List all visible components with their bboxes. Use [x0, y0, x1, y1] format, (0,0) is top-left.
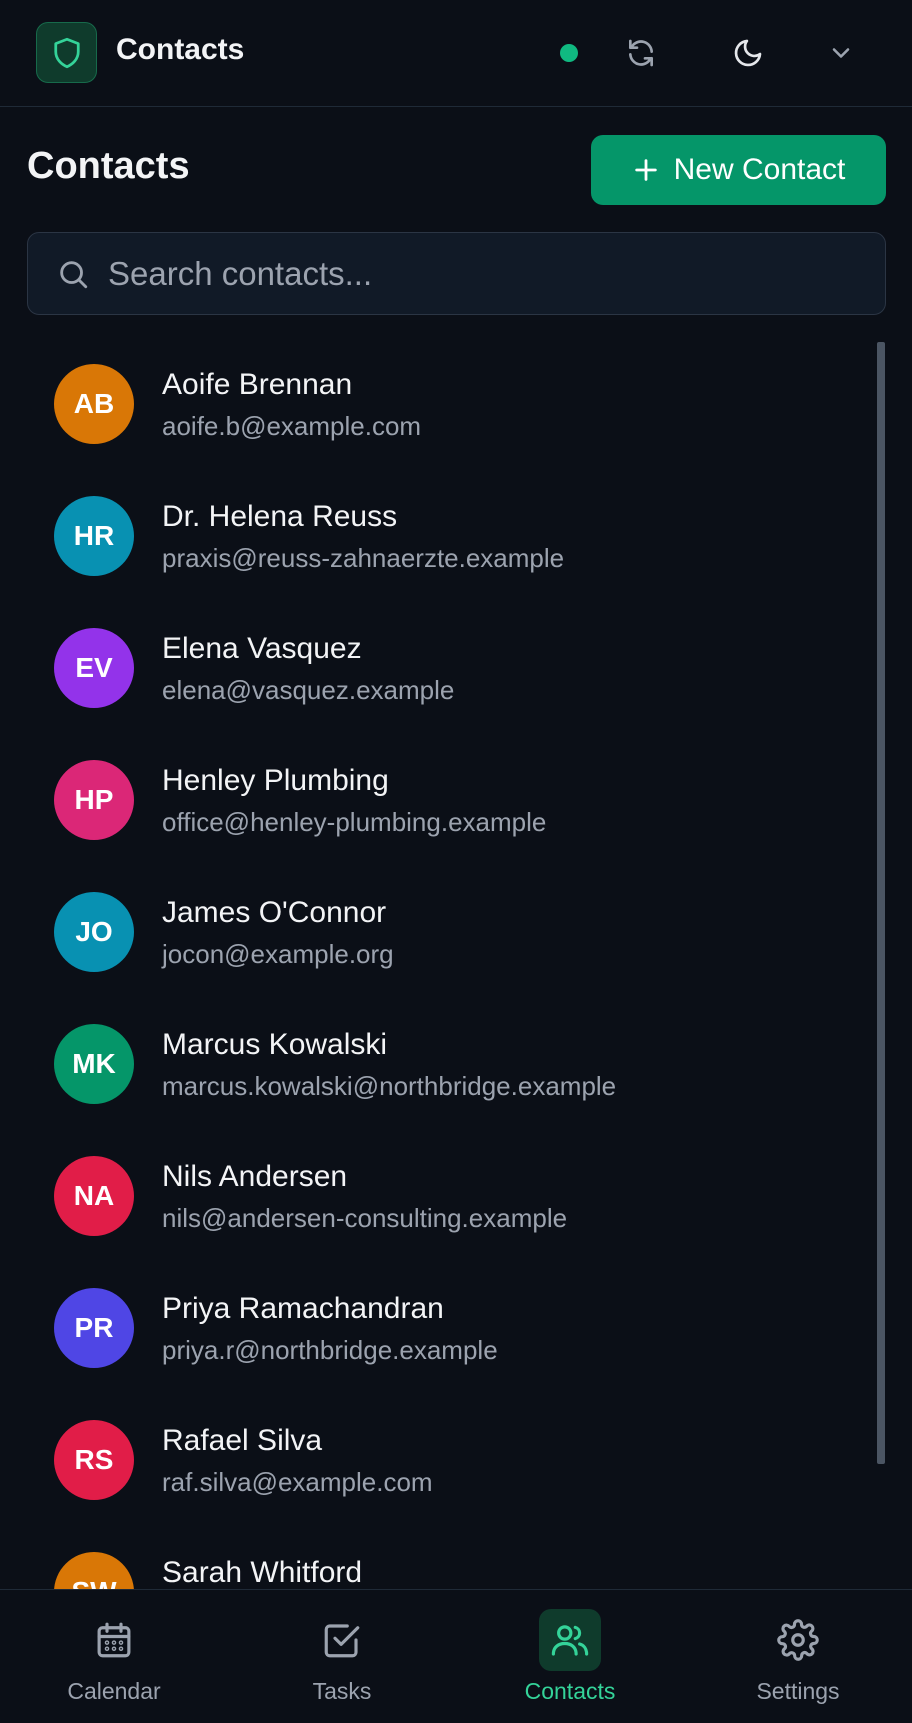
contact-name: Marcus Kowalski [162, 1028, 388, 1061]
contact-email: priya.r@northbridge.example [162, 1335, 498, 1365]
refresh-icon[interactable] [620, 32, 662, 74]
contact-email: praxis@reuss-zahnaerzte.example [162, 543, 565, 573]
contact-row-sarah-whitford[interactable]: SW Sarah Whitford [27, 1530, 877, 1589]
contact-row-aoife-brennan[interactable]: AB Aoife Brennan aoife.b@example.com [27, 342, 877, 474]
avatar: EV [54, 628, 134, 708]
contact-name: Nils Andersen [162, 1160, 348, 1193]
bottom-nav: Calendar Tasks Contacts Settings [0, 1589, 912, 1723]
contact-row-priya-ramachandran[interactable]: PR Priya Ramachandran priya.r@northbridg… [27, 1266, 877, 1398]
shield-icon [36, 22, 97, 83]
search-input[interactable] [108, 233, 868, 314]
nav-label-contacts: Contacts [524, 1678, 616, 1704]
avatar: AB [54, 364, 134, 444]
avatar: SW [54, 1552, 134, 1589]
contact-name: Rafael Silva [162, 1424, 323, 1457]
nav-label-calendar: Calendar [67, 1678, 161, 1704]
nav-label-tasks: Tasks [312, 1678, 372, 1704]
app-title: Contacts [116, 33, 245, 66]
new-contact-label: New Contact [673, 153, 846, 186]
nav-label-settings: Settings [756, 1678, 840, 1704]
new-contact-button[interactable]: New Contact [591, 135, 886, 205]
contact-email: raf.silva@example.com [162, 1467, 433, 1497]
contact-row-rafael-silva[interactable]: RS Rafael Silva raf.silva@example.com [27, 1398, 877, 1530]
avatar: RS [54, 1420, 134, 1500]
contact-row-henley-plumbing[interactable]: HP Henley Plumbing office@henley-plumbin… [27, 738, 877, 870]
sync-status-indicator [560, 44, 578, 62]
gear-icon [767, 1609, 829, 1671]
list-scrollbar[interactable] [877, 342, 885, 1464]
contact-row-helena-reuss[interactable]: HR Dr. Helena Reuss praxis@reuss-zahnaer… [27, 474, 877, 606]
search-icon [56, 257, 90, 296]
page-title: Contacts [27, 145, 190, 187]
contact-email: office@henley-plumbing.example [162, 807, 547, 837]
calendar-icon [83, 1609, 145, 1671]
contact-row-james-oconnor[interactable]: JO James O'Connor jocon@example.org [27, 870, 877, 1002]
avatar: JO [54, 892, 134, 972]
chevron-down-icon[interactable] [820, 32, 862, 74]
contact-name: Priya Ramachandran [162, 1292, 444, 1325]
avatar: HR [54, 496, 134, 576]
contact-name: Elena Vasquez [162, 632, 362, 665]
nav-item-tasks[interactable]: Tasks [242, 1590, 442, 1723]
contact-row-elena-vasquez[interactable]: EV Elena Vasquez elena@vasquez.example [27, 606, 877, 738]
users-icon [539, 1609, 601, 1671]
contact-name: Sarah Whitford [162, 1556, 363, 1589]
contact-name: Henley Plumbing [162, 764, 389, 797]
nav-item-settings[interactable]: Settings [698, 1590, 898, 1723]
contact-row-nils-andersen[interactable]: NA Nils Andersen nils@andersen-consultin… [27, 1134, 877, 1266]
checkbox-icon [311, 1609, 373, 1671]
contact-name: Aoife Brennan [162, 368, 353, 401]
contact-email: aoife.b@example.com [162, 411, 422, 441]
contact-email: elena@vasquez.example [162, 675, 455, 705]
contact-email: marcus.kowalski@northbridge.example [162, 1071, 617, 1101]
avatar: NA [54, 1156, 134, 1236]
contact-name: James O'Connor [162, 896, 387, 929]
nav-item-contacts[interactable]: Contacts [470, 1590, 670, 1723]
top-bar: Contacts [0, 0, 912, 107]
avatar: HP [54, 760, 134, 840]
contact-list: AB Aoife Brennan aoife.b@example.com HR … [27, 342, 882, 1589]
nav-item-calendar[interactable]: Calendar [14, 1590, 214, 1723]
contact-email: nils@andersen-consulting.example [162, 1203, 568, 1233]
contact-email: jocon@example.org [162, 939, 394, 969]
contact-row-marcus-kowalski[interactable]: MK Marcus Kowalski marcus.kowalski@north… [27, 1002, 877, 1134]
contact-name: Dr. Helena Reuss [162, 500, 398, 533]
moon-icon[interactable] [727, 32, 769, 74]
search-box [27, 232, 886, 315]
avatar: PR [54, 1288, 134, 1368]
plus-icon [634, 159, 657, 181]
avatar: MK [54, 1024, 134, 1104]
